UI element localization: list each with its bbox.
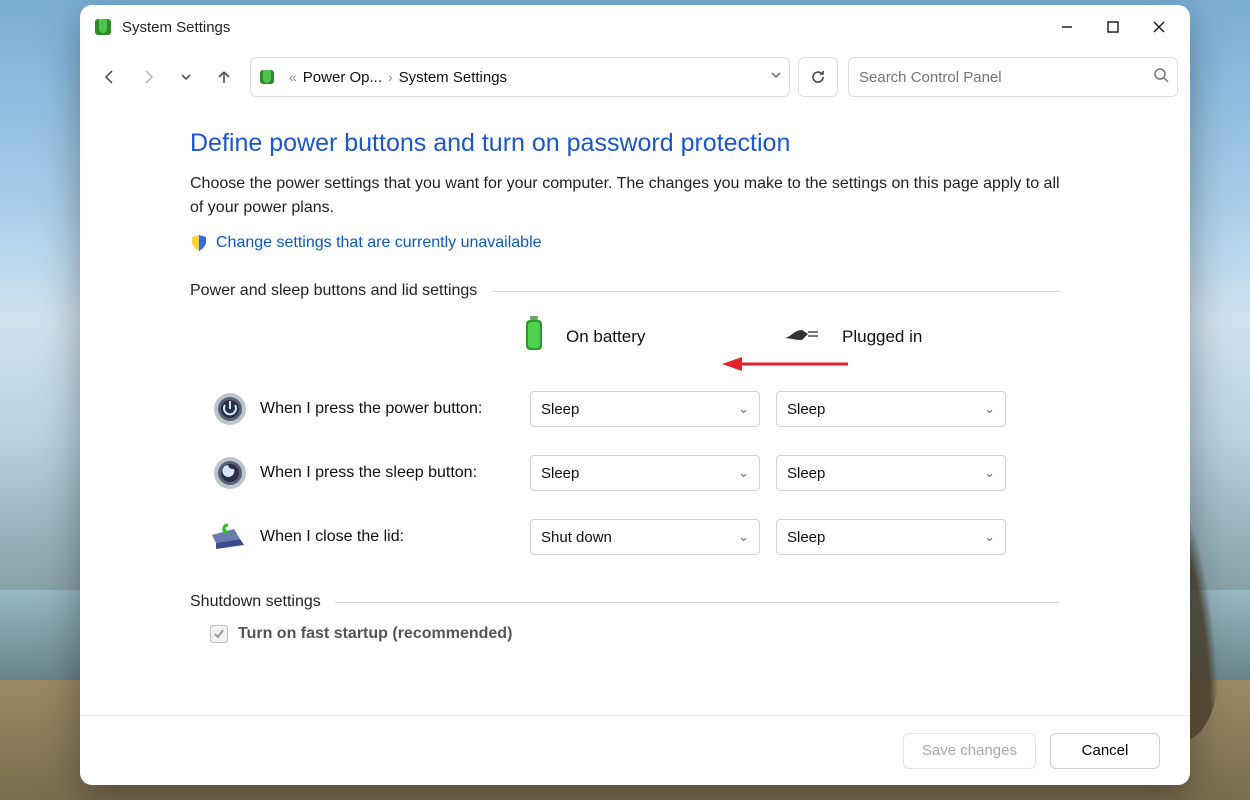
control-panel-window: System Settings « Power Op... › System S… [80,5,1190,785]
refresh-button[interactable] [798,57,838,97]
lid-battery-combo[interactable]: Shut down⌄ [530,519,760,555]
fast-startup-label: Turn on fast startup (recommended) [238,625,512,643]
column-plugged-label: Plugged in [842,327,922,347]
recent-button[interactable] [168,59,204,95]
chevron-down-icon: ⌄ [738,465,749,481]
chevron-right-icon: › [388,69,393,85]
row-sleep-button: When I press the sleep button: Sleep⌄ Sl… [190,441,1060,505]
fast-startup-checkbox[interactable] [210,625,228,643]
shield-icon [190,234,208,252]
row-close-lid: When I close the lid: Shut down⌄ Sleep⌄ [190,505,1060,569]
chevron-down-icon: ⌄ [738,529,749,545]
change-settings-link[interactable]: Change settings that are currently unava… [216,234,542,252]
close-button[interactable] [1136,11,1182,43]
sleep-button-icon [210,453,250,493]
address-bar[interactable]: « Power Op... › System Settings [250,57,790,97]
row-sleep-label: When I press the sleep button: [260,464,530,482]
row-power-button: When I press the power button: Sleep⌄ Sl… [190,377,1060,441]
minimize-button[interactable] [1044,11,1090,43]
search-input[interactable] [857,68,1153,87]
battery-icon [520,314,548,359]
section-shutdown-title: Shutdown settings [190,593,321,611]
power-battery-combo[interactable]: Sleep⌄ [530,391,760,427]
chevron-down-icon: ⌄ [738,401,749,417]
divider [335,602,1060,603]
plug-icon [780,322,824,351]
section-buttons-title: Power and sleep buttons and lid settings [190,282,477,300]
content-scroll[interactable]: Define power buttons and turn on passwor… [80,105,1190,715]
save-button[interactable]: Save changes [903,733,1036,769]
column-battery-label: On battery [566,327,645,347]
power-button-icon [210,389,250,429]
breadcrumb-power-options[interactable]: Power Op... [303,69,382,86]
forward-button[interactable] [130,59,166,95]
row-lid-label: When I close the lid: [260,528,530,546]
footer: Save changes Cancel [80,715,1190,785]
page-heading: Define power buttons and turn on passwor… [190,129,1060,158]
page-description: Choose the power settings that you want … [190,172,1060,220]
sleep-plugged-combo[interactable]: Sleep⌄ [776,455,1006,491]
search-icon[interactable] [1153,67,1169,88]
lid-plugged-combo[interactable]: Sleep⌄ [776,519,1006,555]
row-power-label: When I press the power button: [260,400,530,418]
sleep-battery-combo[interactable]: Sleep⌄ [530,455,760,491]
app-icon [92,16,114,38]
lid-icon [210,517,250,557]
breadcrumb-prefix: « [289,69,297,85]
cancel-button[interactable]: Cancel [1050,733,1160,769]
annotation-arrow [720,354,850,374]
divider [491,291,1060,292]
address-icon [257,67,277,87]
search-box[interactable] [848,57,1178,97]
back-button[interactable] [92,59,128,95]
up-button[interactable] [206,59,242,95]
breadcrumb-system-settings[interactable]: System Settings [399,69,507,86]
power-plugged-combo[interactable]: Sleep⌄ [776,391,1006,427]
chevron-down-icon: ⌄ [984,465,995,481]
toolbar: « Power Op... › System Settings [80,49,1190,105]
window-title: System Settings [122,19,1044,36]
fast-startup-row: Turn on fast startup (recommended) [210,625,1060,643]
maximize-button[interactable] [1090,11,1136,43]
chevron-down-icon: ⌄ [984,529,995,545]
address-dropdown[interactable] [769,68,783,86]
chevron-down-icon: ⌄ [984,401,995,417]
titlebar: System Settings [80,5,1190,49]
